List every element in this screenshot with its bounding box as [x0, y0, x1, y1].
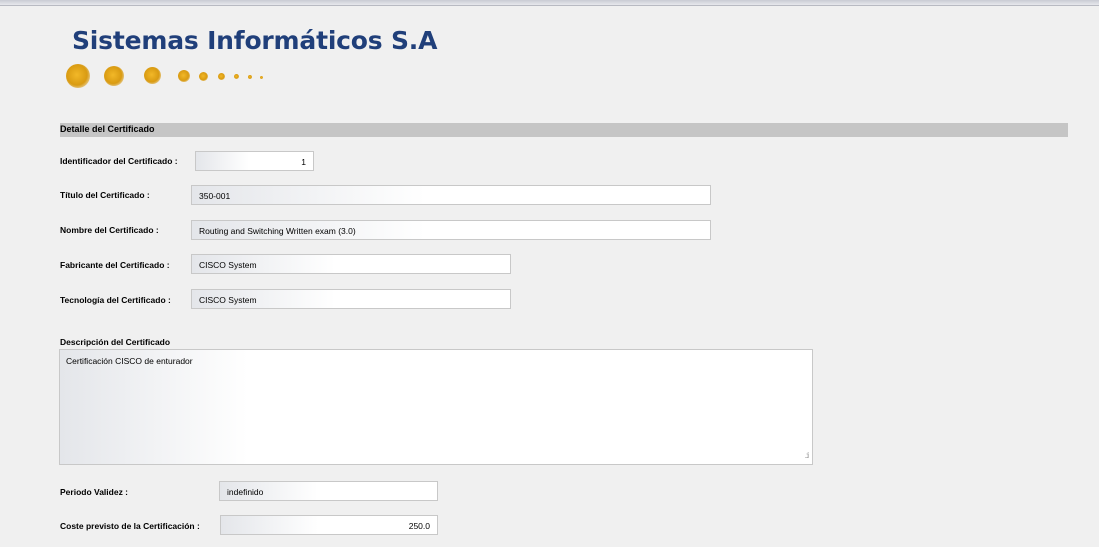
id-label: Identificador del Certificado : [60, 156, 178, 166]
section-header: Detalle del Certificado [60, 123, 1068, 137]
window-top-border [0, 0, 1099, 6]
tecnologia-field[interactable]: CISCO System [191, 289, 511, 309]
descripcion-label: Descripción del Certificado [60, 337, 171, 347]
coste-label: Coste previsto de la Certificación : [60, 521, 200, 531]
titulo-field[interactable]: 350-001 [191, 185, 711, 205]
id-field[interactable]: 1 [195, 151, 314, 171]
resize-grip-icon[interactable]: .:i [805, 451, 809, 460]
titulo-label: Título del Certificado : [60, 190, 150, 200]
logo-dots-icon [60, 60, 300, 90]
company-logo-text: Sistemas Informáticos S.A [72, 26, 438, 55]
periodo-field[interactable]: indefinido [219, 481, 438, 501]
periodo-label: Periodo Validez : [60, 487, 129, 497]
section-title: Detalle del Certificado [60, 124, 155, 134]
fabricante-label: Fabricante del Certificado : [60, 260, 170, 270]
nombre-label: Nombre del Certificado : [60, 225, 159, 235]
descripcion-textarea[interactable]: Certificación CISCO de enturador .:i [59, 349, 813, 465]
tecnologia-label: Tecnología del Certificado : [60, 295, 171, 305]
fabricante-field[interactable]: CISCO System [191, 254, 511, 274]
descripcion-text: Certificación CISCO de enturador [66, 356, 193, 366]
coste-field[interactable]: 250.0 [220, 515, 438, 535]
nombre-field[interactable]: Routing and Switching Written exam (3.0) [191, 220, 711, 240]
